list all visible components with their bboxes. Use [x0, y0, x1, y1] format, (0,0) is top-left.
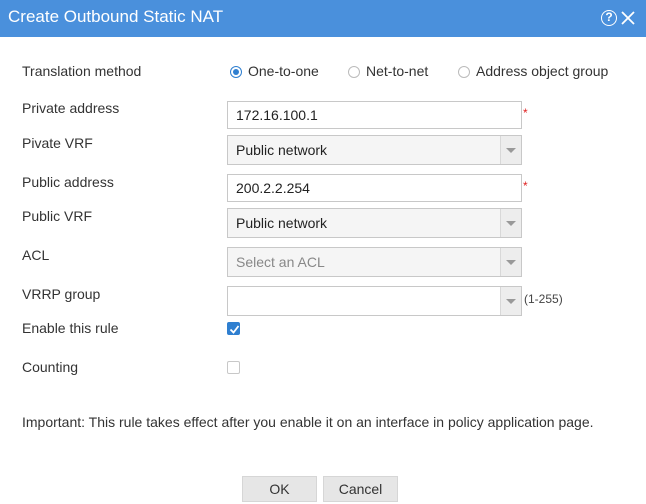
counting-checkbox[interactable]	[227, 361, 240, 374]
public-vrf-select[interactable]: Public network	[227, 208, 522, 238]
private-vrf-label: Pivate VRF	[22, 135, 93, 151]
radio-unchecked-icon	[348, 66, 360, 78]
counting-label: Counting	[22, 359, 79, 375]
public-vrf-label: Public VRF	[22, 208, 93, 224]
help-icon[interactable]: ?	[601, 10, 617, 26]
required-marker: *	[523, 179, 528, 193]
dialog-title: Create Outbound Static NAT	[8, 7, 224, 26]
acl-placeholder: Select an ACL	[236, 254, 325, 270]
checkmark-icon	[229, 325, 240, 334]
radio-label: One-to-one	[248, 63, 319, 79]
radio-label: Net-to-net	[366, 63, 429, 79]
acl-label: ACL	[22, 247, 50, 263]
cancel-button[interactable]: Cancel	[323, 476, 398, 502]
public-address-input[interactable]: 200.2.2.254	[227, 174, 522, 202]
private-vrf-value: Public network	[236, 142, 328, 158]
important-note: Important: This rule takes effect after …	[22, 414, 594, 430]
close-icon[interactable]	[619, 9, 637, 27]
enable-rule-checkbox[interactable]	[227, 322, 240, 335]
acl-select[interactable]: Select an ACL	[227, 247, 522, 277]
radio-unchecked-icon	[458, 66, 470, 78]
chevron-down-icon[interactable]	[500, 209, 521, 237]
private-address-label: Private address	[22, 100, 120, 116]
chevron-down-icon[interactable]	[500, 248, 521, 276]
dialog-titlebar: Create Outbound Static NAT ?	[0, 0, 646, 37]
vrrp-range-hint: (1-255)	[524, 292, 563, 306]
translation-method-label: Translation method	[22, 63, 142, 79]
radio-checked-icon	[230, 66, 242, 78]
vrrp-group-select[interactable]	[227, 286, 522, 316]
private-vrf-select[interactable]: Public network	[227, 135, 522, 165]
radio-label: Address object group	[476, 63, 609, 79]
enable-rule-label: Enable this rule	[22, 320, 119, 336]
vrrp-group-label: VRRP group	[22, 286, 101, 302]
chevron-down-icon[interactable]	[500, 136, 521, 164]
ok-button[interactable]: OK	[242, 476, 317, 502]
public-vrf-value: Public network	[236, 215, 328, 231]
chevron-down-icon[interactable]	[500, 287, 521, 315]
required-marker: *	[523, 106, 528, 120]
public-address-label: Public address	[22, 174, 114, 190]
private-address-input[interactable]: 172.16.100.1	[227, 101, 522, 129]
